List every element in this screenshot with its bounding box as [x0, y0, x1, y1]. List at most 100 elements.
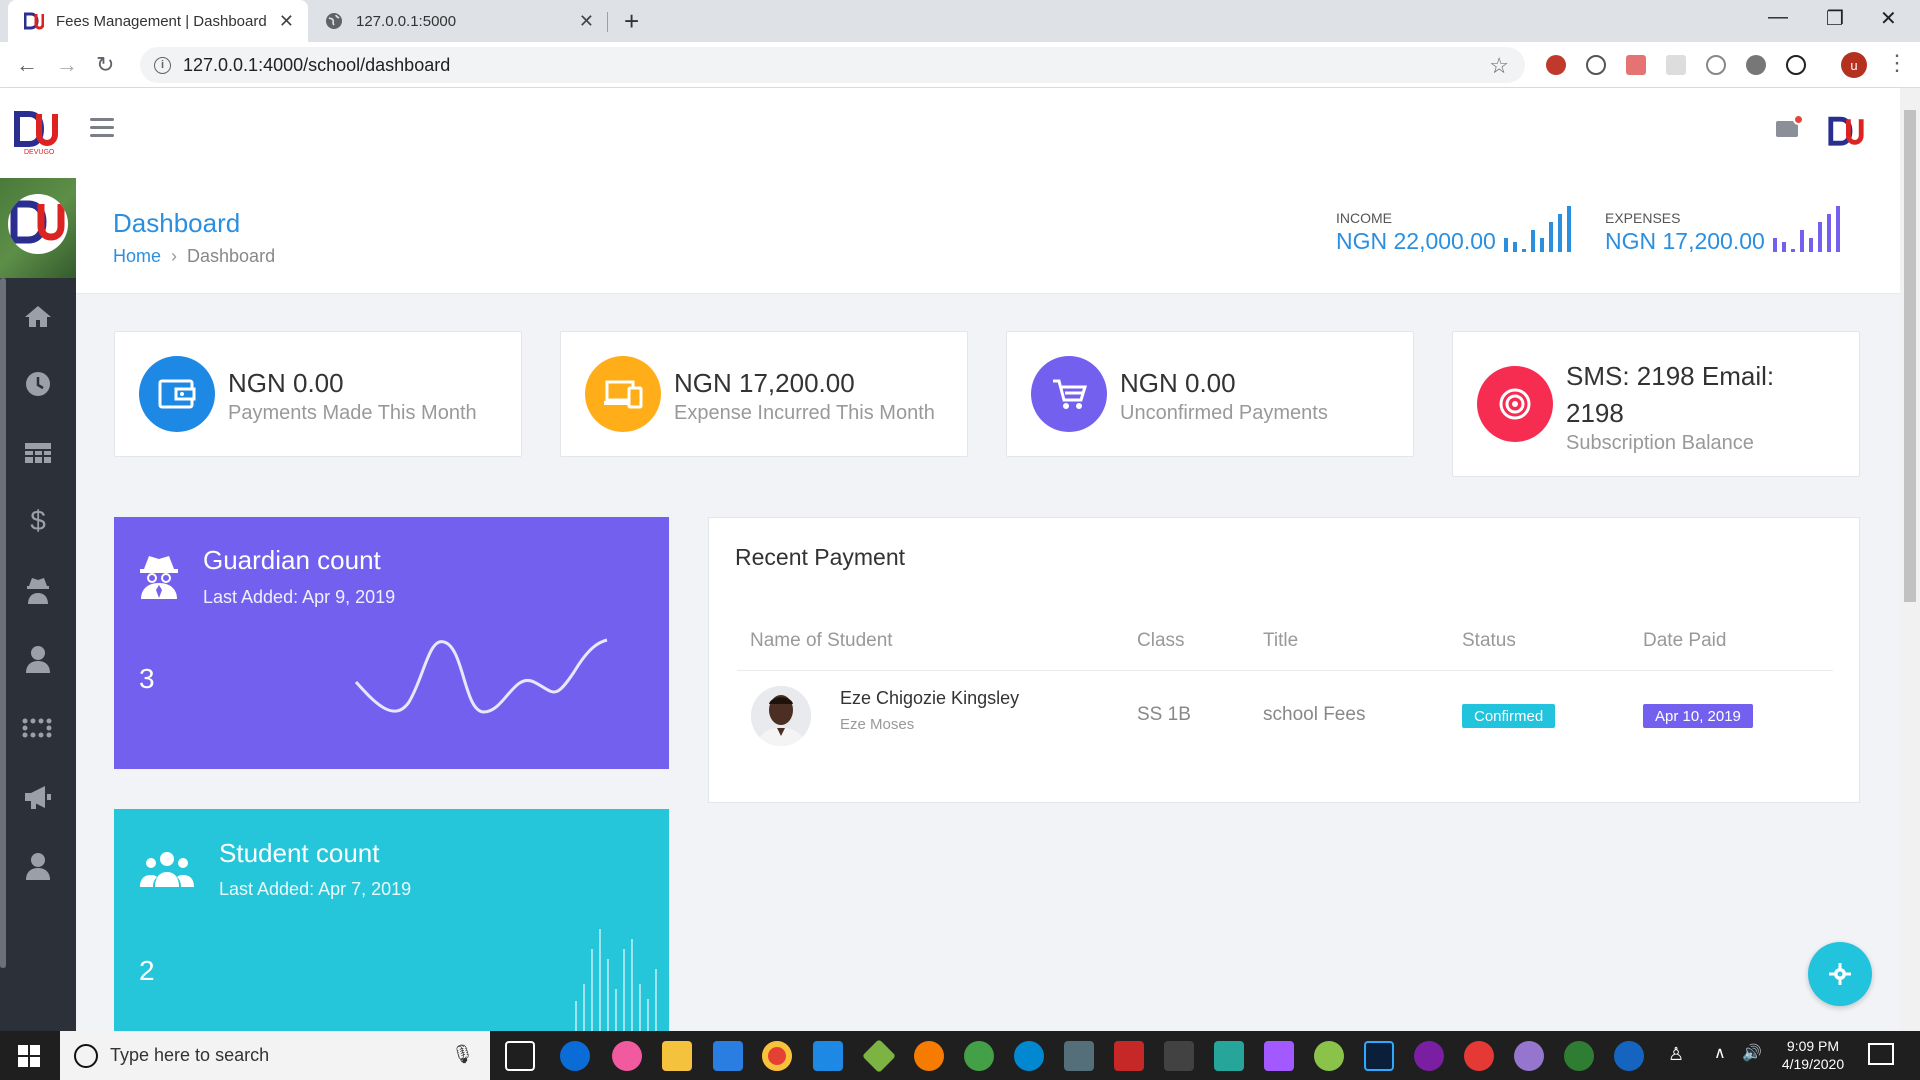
filezilla-icon[interactable] — [1114, 1041, 1144, 1071]
users-icon — [138, 851, 196, 894]
taskbar-search[interactable]: Type here to search 🎙 — [60, 1031, 490, 1080]
microphone-icon[interactable]: 🎙 — [451, 1044, 474, 1065]
target-icon — [1477, 366, 1553, 442]
devugo-logo[interactable]: DEVUGO — [14, 110, 58, 156]
tab-close-icon[interactable]: ✕ — [279, 11, 294, 32]
guardian-count-value: 3 — [139, 663, 155, 694]
app-icon[interactable] — [1414, 1041, 1444, 1071]
column-header-class: Class — [1137, 630, 1185, 651]
income-stat: INCOME NGN 22,000.00 — [1336, 210, 1496, 255]
file-explorer-icon[interactable] — [662, 1041, 692, 1071]
close-window-button[interactable]: ✕ — [1880, 6, 1897, 31]
site-info-icon[interactable]: i — [154, 56, 171, 74]
tab-localhost[interactable]: 127.0.0.1:5000 ✕ — [308, 0, 608, 42]
unconfirmed-amount: NGN 0.00 — [1120, 368, 1236, 398]
browser-menu-icon[interactable]: ⋮ — [1886, 50, 1908, 76]
mail-app-icon[interactable] — [713, 1041, 743, 1071]
windows-start-icon[interactable] — [18, 1045, 40, 1067]
user-icon[interactable] — [22, 643, 54, 675]
search-placeholder: Type here to search — [110, 1045, 270, 1065]
paint-icon[interactable] — [1314, 1041, 1344, 1071]
spy-icon[interactable] — [22, 574, 54, 606]
extension-icon[interactable] — [1746, 55, 1766, 75]
breadcrumb: Home › Dashboard — [113, 246, 275, 267]
extension-icon[interactable] — [1706, 55, 1726, 75]
reload-button[interactable]: ↻ — [96, 52, 114, 78]
user-logo[interactable] — [1828, 116, 1864, 148]
notification-dot — [1793, 114, 1804, 125]
tray-chevron-icon[interactable]: ∧ — [1714, 1045, 1726, 1063]
column-header-status: Status — [1462, 630, 1516, 651]
expenses-label: EXPENSES — [1605, 210, 1681, 226]
app-icon[interactable] — [1564, 1041, 1594, 1071]
app-icon[interactable] — [1014, 1041, 1044, 1071]
app-icon[interactable] — [862, 1039, 896, 1073]
url-text: 127.0.0.1:4000/school/dashboard — [183, 54, 451, 75]
tab-close-icon[interactable]: ✕ — [579, 11, 594, 32]
chrome-icon[interactable] — [762, 1041, 792, 1071]
page-scrollbar[interactable] — [1900, 88, 1920, 1031]
restore-button[interactable]: ❐ — [1826, 6, 1844, 31]
extension-icon[interactable] — [1546, 55, 1566, 75]
profile-avatar[interactable]: u — [1841, 52, 1867, 78]
volume-icon[interactable]: 🔊 — [1742, 1045, 1762, 1063]
home-icon[interactable] — [22, 300, 54, 332]
extension-icon[interactable] — [1626, 55, 1646, 75]
extension-icon[interactable] — [1786, 55, 1806, 75]
subscription-card[interactable]: SMS: 2198 Email: 2198 Subscription Balan… — [1452, 331, 1860, 477]
clock[interactable]: 9:09 PM 4/19/2020 — [1768, 1037, 1858, 1073]
address-bar[interactable]: i 127.0.0.1:4000/school/dashboard ☆ — [140, 47, 1525, 83]
guardian-last-added: Last Added: Apr 9, 2019 — [203, 587, 396, 607]
student-count-card[interactable]: Student count Last Added: Apr 7, 2019 2 — [114, 809, 669, 1031]
megaphone-icon[interactable] — [22, 781, 54, 813]
dollar-icon[interactable]: $ — [22, 505, 54, 537]
edge-icon[interactable] — [560, 1041, 590, 1071]
network-icon[interactable] — [1064, 1041, 1094, 1071]
postman-icon[interactable] — [914, 1041, 944, 1071]
guardian-count-card[interactable]: Guardian count Last Added: Apr 9, 2019 3 — [114, 517, 669, 769]
task-view-icon[interactable] — [505, 1041, 535, 1071]
new-tab-button[interactable]: + — [624, 6, 639, 37]
forward-button[interactable]: → — [56, 52, 78, 78]
expenses-sparkbar — [1773, 206, 1840, 252]
people-icon[interactable]: ♙ — [1668, 1045, 1684, 1063]
extension-icon[interactable] — [1586, 55, 1606, 75]
app-icon[interactable] — [1164, 1041, 1194, 1071]
subscription-amount: SMS: 2198 Email: 2198 — [1566, 361, 1775, 428]
parent-name: Eze Moses — [840, 716, 915, 733]
back-button[interactable]: ← — [16, 52, 38, 78]
menu-toggle-icon[interactable] — [90, 118, 114, 142]
photoshop-icon[interactable] — [1364, 1041, 1394, 1071]
table-icon[interactable] — [22, 437, 54, 469]
page-title: Dashboard — [113, 208, 241, 238]
sidebar-logo — [0, 178, 76, 278]
tab-dashboard[interactable]: Fees Management | Dashboard ✕ — [8, 0, 308, 42]
student-name[interactable]: Eze Chigozie Kingsley — [840, 688, 1019, 709]
figma-icon[interactable] — [1264, 1041, 1294, 1071]
minimize-button[interactable]: — — [1768, 6, 1788, 29]
app-icon[interactable] — [1514, 1041, 1544, 1071]
student-count-value: 2 — [139, 955, 155, 986]
unconfirmed-card[interactable]: NGN 0.00 Unconfirmed Payments — [1006, 331, 1414, 457]
breadcrumb-current: Dashboard — [187, 246, 276, 266]
sidebar-scrollbar[interactable] — [0, 278, 6, 968]
app-icon[interactable] — [1214, 1041, 1244, 1071]
bookmark-star-icon[interactable]: ☆ — [1489, 53, 1509, 79]
notification-center-icon[interactable] — [1868, 1043, 1894, 1065]
mail-icon[interactable] — [1776, 114, 1804, 137]
grid-dots-icon[interactable] — [22, 712, 54, 744]
itunes-icon[interactable] — [612, 1041, 642, 1071]
expense-card[interactable]: NGN 17,200.00 Expense Incurred This Mont… — [560, 331, 968, 457]
settings-button[interactable] — [1808, 942, 1872, 1006]
extension-icon[interactable] — [1666, 55, 1686, 75]
profile-icon[interactable] — [22, 850, 54, 882]
payments-card[interactable]: NGN 0.00 Payments Made This Month — [114, 331, 522, 457]
breadcrumb-home-link[interactable]: Home — [113, 246, 161, 266]
app-icon[interactable] — [1464, 1041, 1494, 1071]
scrollbar-thumb[interactable] — [1904, 110, 1916, 602]
clock-icon[interactable] — [22, 368, 54, 400]
app-icon[interactable] — [964, 1041, 994, 1071]
vscode-icon[interactable] — [813, 1041, 843, 1071]
help-icon[interactable] — [1614, 1041, 1644, 1071]
expenses-stat: EXPENSES NGN 17,200.00 — [1605, 210, 1765, 255]
